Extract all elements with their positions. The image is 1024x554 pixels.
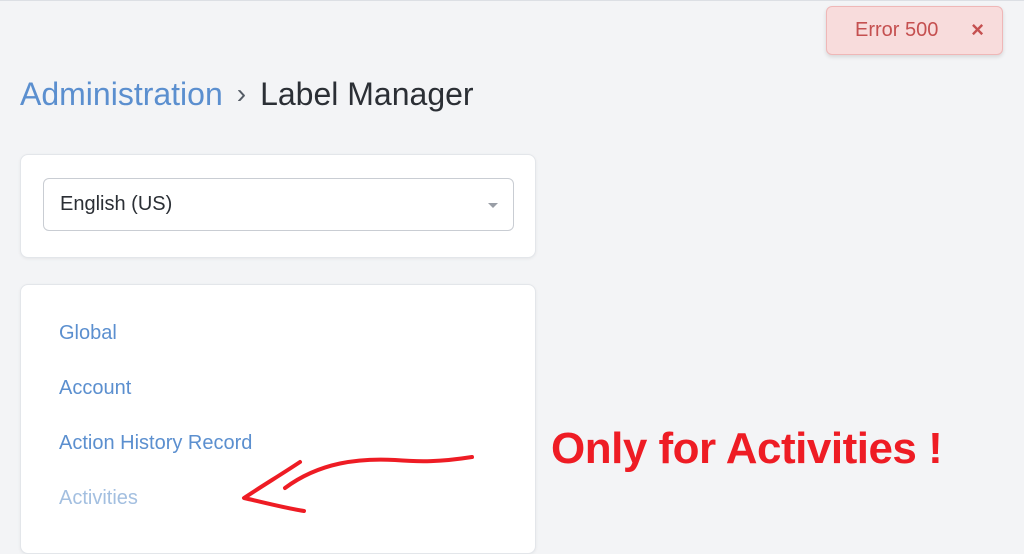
language-select-value: English (US): [60, 193, 173, 215]
close-icon[interactable]: ×: [971, 18, 984, 42]
category-item-activities[interactable]: Activities: [59, 487, 138, 510]
top-divider: [0, 0, 1024, 4]
category-item-global[interactable]: Global: [59, 322, 117, 345]
language-select[interactable]: English (US): [43, 178, 514, 231]
breadcrumb-administration[interactable]: Administration: [20, 76, 223, 113]
language-card: English (US): [20, 154, 536, 258]
chevron-right-icon: ›: [236, 78, 247, 109]
annotation-text: Only for Activities !: [551, 424, 943, 473]
category-list-card: Global Account Action History Record Act…: [20, 284, 536, 554]
error-toast: Error 500 ×: [826, 6, 1003, 55]
error-message: Error 500: [855, 19, 939, 41]
breadcrumb: Administration › Label Manager: [20, 72, 474, 116]
caret-down-icon: [488, 203, 498, 208]
category-item-account[interactable]: Account: [59, 377, 131, 400]
page-title: Label Manager: [260, 75, 474, 112]
category-item-action-history-record[interactable]: Action History Record: [59, 432, 252, 455]
